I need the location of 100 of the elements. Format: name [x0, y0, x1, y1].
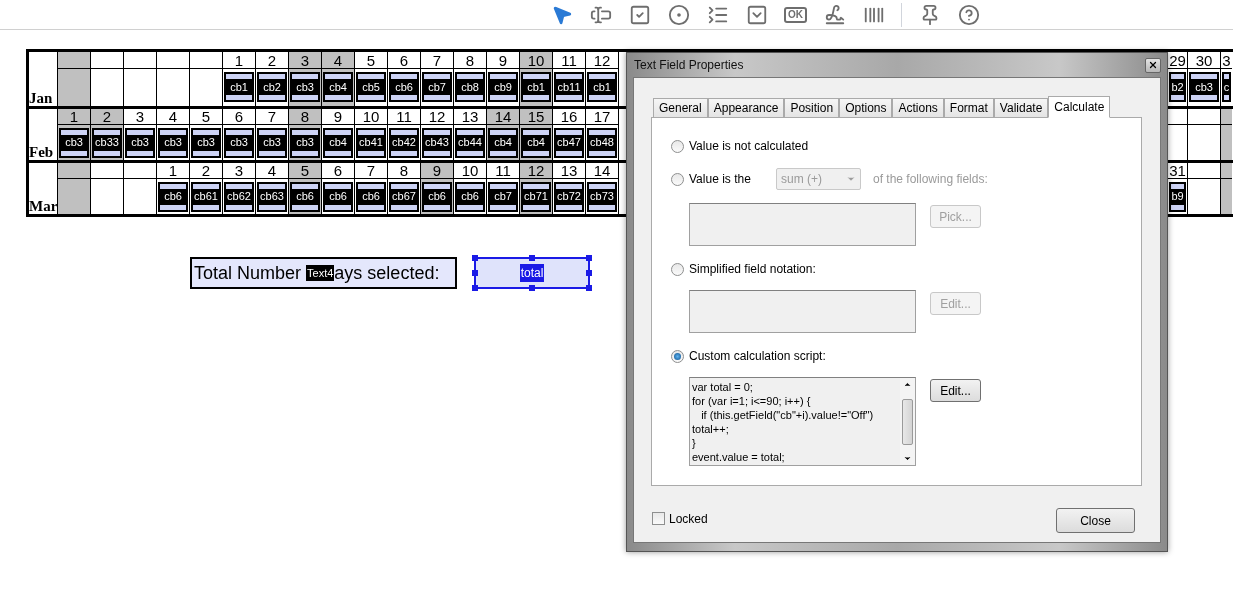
checkbox-form-field[interactable]: cb3: [125, 127, 155, 158]
checkbox-form-field[interactable]: cb33: [92, 127, 122, 158]
day-number: 17: [593, 109, 611, 125]
checkbox-form-field[interactable]: cb9: [488, 72, 518, 102]
checkbox-form-field[interactable]: cb73: [587, 181, 617, 212]
checkbox-form-field[interactable]: cb3: [1189, 72, 1219, 102]
day-number: 29: [1169, 52, 1186, 68]
script-line: if (this.getField("cb"+i).value!="Off"): [700, 408, 875, 422]
caret-icon: [846, 174, 856, 184]
dialog-tab[interactable]: Appearance: [707, 98, 785, 117]
checkbox-form-field[interactable]: cb47: [554, 127, 584, 158]
checkbox-form-field[interactable]: cb3: [59, 127, 89, 158]
day-number: 15: [527, 109, 545, 125]
checkbox-form-field[interactable]: c: [1222, 72, 1231, 102]
button-tool[interactable]: OK: [776, 2, 815, 27]
notation-text-box[interactable]: [689, 290, 916, 333]
checkbox-form-field[interactable]: cb6: [422, 181, 452, 212]
dialog-tab[interactable]: Position: [784, 98, 840, 117]
checkbox-form-field[interactable]: cb11: [554, 72, 584, 102]
day-number: 12: [593, 52, 611, 68]
day-number: 13: [461, 109, 479, 125]
close-button[interactable]: Close: [1056, 508, 1135, 533]
checkbox-form-field[interactable]: cb3: [290, 127, 320, 158]
checkbox-form-field[interactable]: cb7: [422, 72, 452, 102]
checkbox-form-field[interactable]: cb3: [290, 72, 320, 102]
day-number: 1: [234, 52, 244, 68]
radio-button[interactable]: [671, 172, 684, 186]
checkbox-form-field[interactable]: cb7: [488, 181, 518, 212]
day-number: 2: [267, 52, 277, 68]
checkbox-form-field[interactable]: cb61: [191, 181, 221, 212]
scroll-down-icon[interactable]: [903, 454, 912, 463]
checkbox-form-field[interactable]: cb62: [224, 181, 254, 212]
checkbox-label: Locked: [669, 510, 708, 528]
checkbox-form-field[interactable]: cb3: [191, 127, 221, 158]
radio-button[interactable]: [671, 139, 684, 153]
radio-button[interactable]: [671, 349, 684, 363]
checkbox-form-field[interactable]: cb6: [356, 181, 386, 212]
checkbox-form-field[interactable]: cb71: [521, 181, 551, 212]
dialog-tab[interactable]: Calculate: [1048, 96, 1111, 118]
edit-button[interactable]: Edit...: [930, 379, 981, 402]
checkbox-form-field[interactable]: cb41: [356, 127, 386, 158]
checkbox-form-field[interactable]: b9: [1169, 181, 1186, 212]
checkbox-form-field[interactable]: cb3: [158, 127, 188, 158]
script-text-box[interactable]: var total = 0; for (var i=1; i<=90; i++) { if (this.getField("cb"+i).value!="Off") total++; } event.value = total;: [689, 377, 916, 466]
option-label: Simplified field notation:: [689, 261, 816, 278]
script-line: var total = 0;: [692, 380, 754, 394]
checkbox-form-field[interactable]: cb43: [422, 127, 452, 158]
day-number: 6: [234, 109, 244, 125]
script-line: for (var i=1; i<=90; i++) {: [692, 394, 812, 408]
checkbox-form-field[interactable]: cb4: [488, 127, 518, 158]
close-icon[interactable]: [1145, 57, 1161, 73]
scrollbar[interactable]: [900, 378, 915, 465]
suffix-text: of the following fields:: [873, 171, 988, 188]
day-number: 7: [267, 109, 277, 125]
checkbox-form-field[interactable]: b2: [1169, 72, 1186, 102]
checkbox-form-field[interactable]: cb6: [455, 181, 485, 212]
month-label: Jan: [29, 90, 53, 106]
checkbox-form-field[interactable]: cb3: [257, 127, 287, 158]
checkbox-form-field[interactable]: cb4: [323, 127, 353, 158]
label-text: ays selected:: [334, 261, 440, 285]
checkbox-form-field[interactable]: cb6: [158, 181, 188, 212]
checkbox-form-field[interactable]: cb63: [257, 181, 287, 212]
fields-list-box[interactable]: [689, 203, 916, 246]
day-number: 6: [333, 163, 343, 179]
checkbox-form-field[interactable]: cb1: [587, 72, 617, 102]
day-number: 11: [561, 52, 577, 68]
checkbox-form-field[interactable]: cb42: [389, 127, 419, 158]
checkbox-form-field[interactable]: cb6: [323, 181, 353, 212]
dialog-tab[interactable]: Format: [943, 98, 994, 117]
checkbox-form-field[interactable]: cb8: [455, 72, 485, 102]
day-number: 10: [461, 163, 479, 179]
checkbox-form-field[interactable]: cb4: [323, 72, 353, 102]
checkbox-form-field[interactable]: cb6: [290, 181, 320, 212]
dialog-tab[interactable]: Validate: [993, 98, 1049, 117]
checkbox-form-field[interactable]: cb72: [554, 181, 584, 212]
checkbox-form-field[interactable]: cb48: [587, 127, 617, 158]
window-title: Text Field Properties: [634, 57, 744, 74]
checkbox-form-field[interactable]: cb1: [521, 72, 551, 102]
radio-button[interactable]: [671, 262, 684, 276]
checkbox-form-field[interactable]: cb44: [455, 127, 485, 158]
day-number: 5: [300, 163, 310, 179]
total-text-field[interactable]: total: [474, 257, 590, 289]
option-label: Value is the: [689, 171, 752, 188]
day-number: 2: [102, 109, 112, 125]
dialog-tab[interactable]: Actions: [892, 98, 944, 117]
day-number: 13: [560, 163, 578, 179]
checkbox-form-field[interactable]: cb4: [521, 127, 551, 158]
checkbox[interactable]: [652, 512, 665, 525]
month-label: Mar: [29, 198, 58, 214]
dialog-tab[interactable]: General: [653, 98, 708, 117]
checkbox-form-field[interactable]: cb6: [389, 72, 419, 102]
checkbox-form-field[interactable]: cb1: [224, 72, 254, 102]
day-number: 3: [1222, 52, 1231, 68]
checkbox-form-field[interactable]: cb2: [257, 72, 287, 102]
checkbox-form-field[interactable]: cb3: [224, 127, 254, 158]
dialog-tab[interactable]: Options: [839, 98, 893, 117]
scroll-up-icon[interactable]: [903, 380, 912, 389]
day-number: 10: [362, 109, 380, 125]
checkbox-form-field[interactable]: cb67: [389, 181, 419, 212]
checkbox-form-field[interactable]: cb5: [356, 72, 386, 102]
